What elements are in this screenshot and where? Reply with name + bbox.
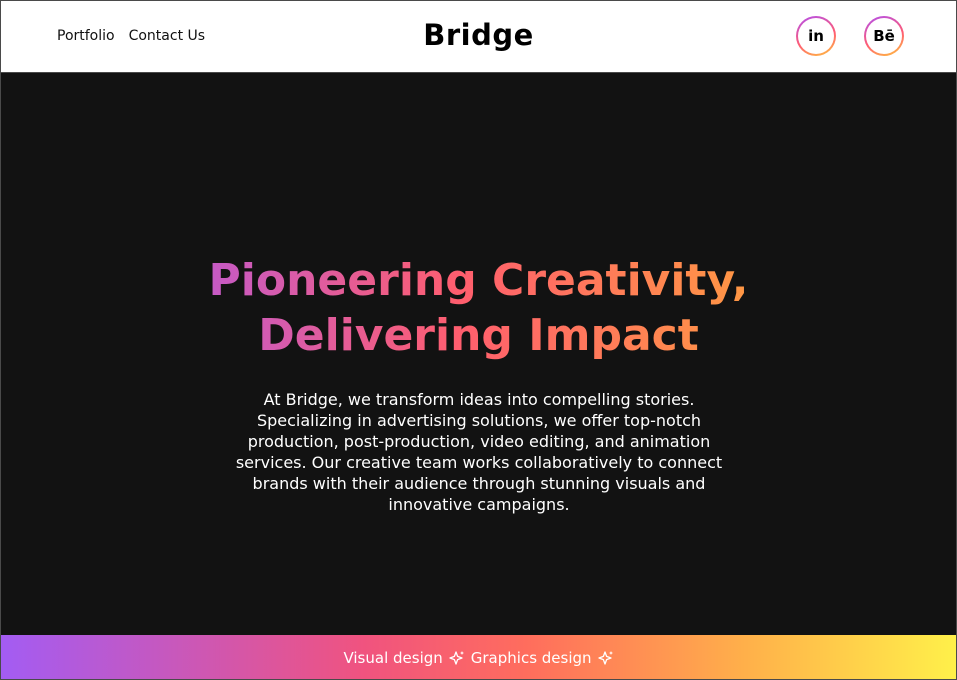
hero-section: Pioneering Creativity, Delivering Impact…: [1, 73, 956, 635]
hero-description: At Bridge, we transform ideas into compe…: [235, 390, 723, 514]
site-header: Portfolio Contact Us Bridge in Bē: [1, 1, 956, 73]
hero-headline-line-2: Delivering Impact: [258, 310, 699, 361]
hero-headline-line-1: Pioneering Creativity,: [208, 255, 749, 306]
behance-button[interactable]: Bē: [864, 16, 904, 56]
ticker-item-visual-design: Visual design: [343, 649, 443, 667]
sparkle-icon: [597, 651, 613, 665]
hero-headline: Pioneering Creativity, Delivering Impact: [1, 253, 956, 363]
linkedin-button[interactable]: in: [796, 16, 836, 56]
services-ticker: Visual design Graphics design: [1, 635, 956, 679]
linkedin-icon: in: [798, 18, 834, 54]
sparkle-icon: [449, 651, 464, 665]
behance-icon: Bē: [866, 18, 902, 54]
ticker-item-graphics-design: Graphics design: [470, 649, 592, 667]
page: Portfolio Contact Us Bridge in Bē Pionee…: [0, 0, 957, 680]
